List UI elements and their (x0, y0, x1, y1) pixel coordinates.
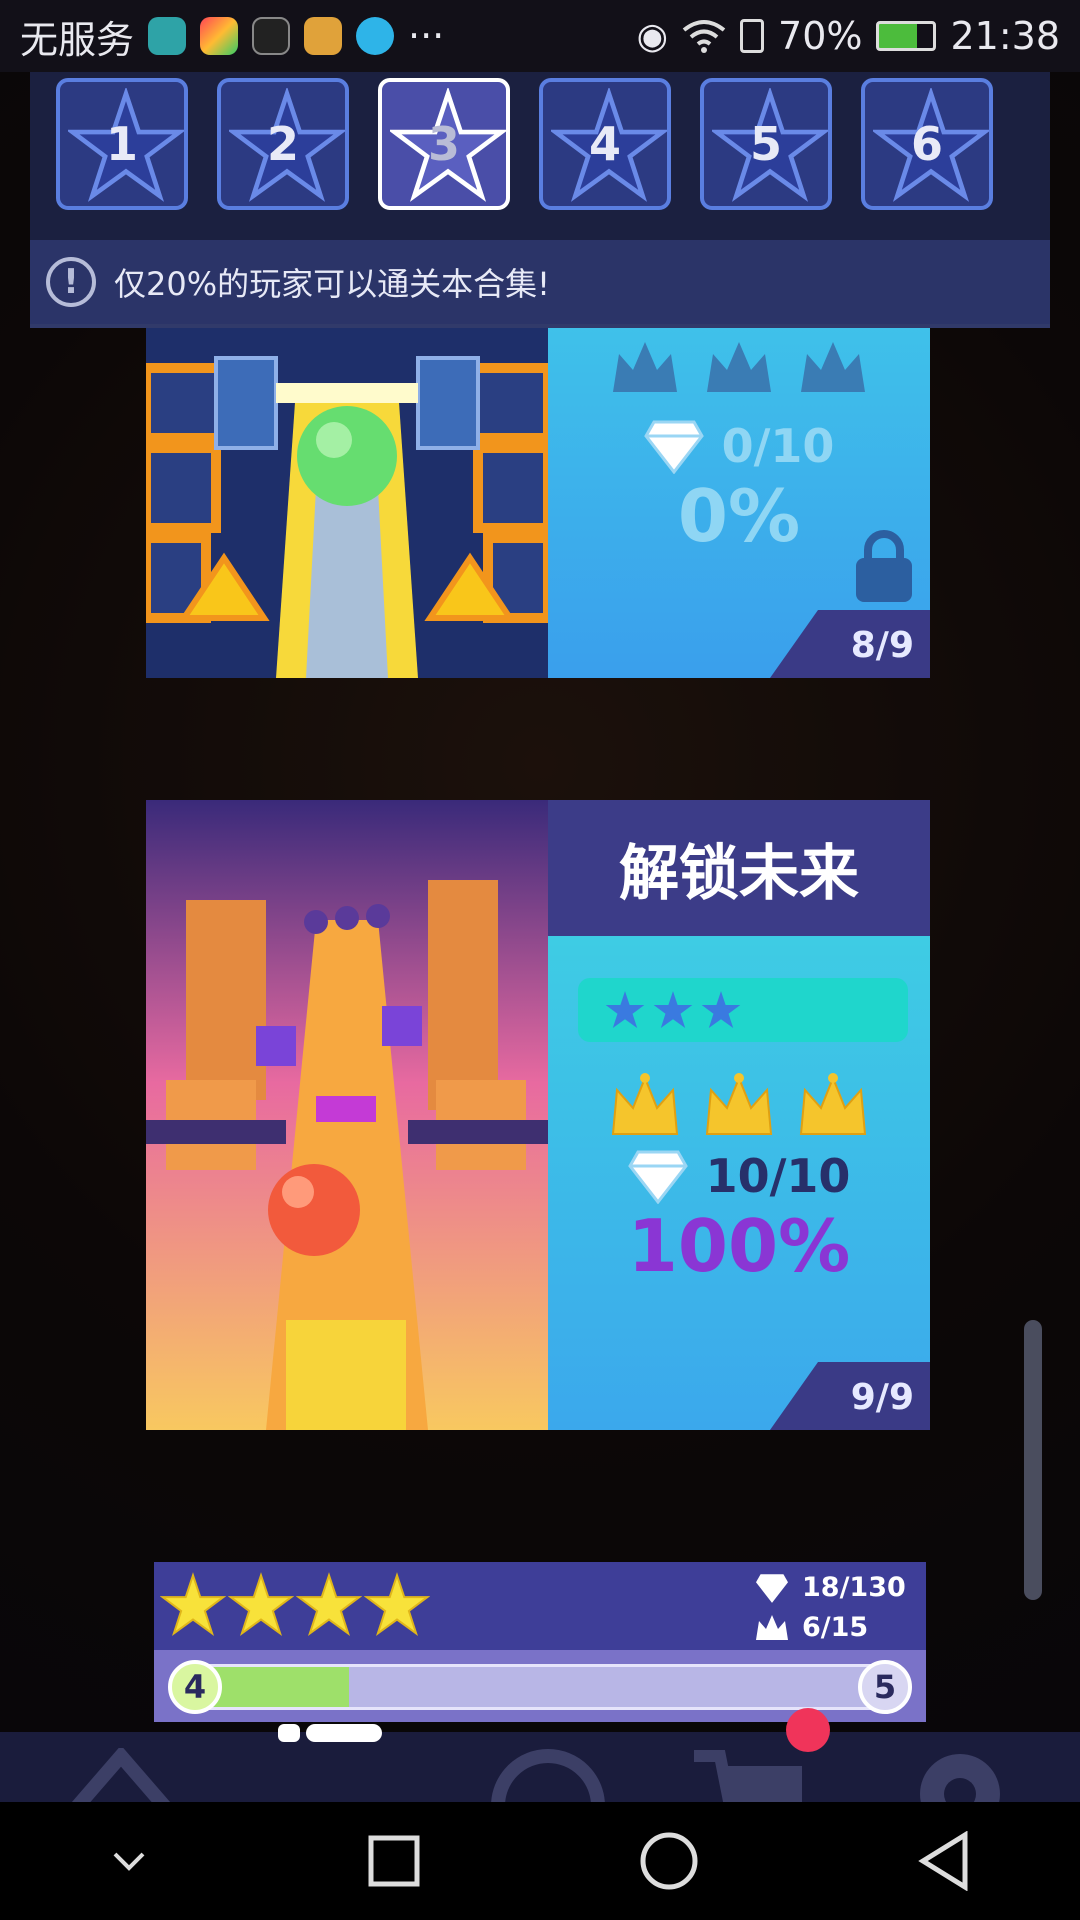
crown-icon (613, 342, 677, 392)
level-card-9[interactable]: 解锁未来 10/10 100% 9/9 (146, 800, 930, 1430)
level-scene-image (146, 328, 548, 678)
current-level-node: 4 (168, 1660, 222, 1714)
battery-icon (876, 21, 937, 51)
game-bottom-nav (0, 1708, 1080, 1802)
scrollbar-thumb[interactable] (1024, 1320, 1042, 1600)
lock-icon (856, 530, 912, 602)
sim-icon (740, 19, 765, 53)
color-app-icon (200, 17, 239, 55)
crown-row (548, 1072, 930, 1142)
gem-counter: 10/10 (548, 1148, 930, 1204)
crown-icon (756, 1615, 788, 1640)
battery-percent: 70% (778, 14, 863, 58)
star-icon (605, 991, 645, 1029)
collection-notice: ! 仅20%的玩家可以通关本合集! (30, 240, 1050, 324)
star-row (160, 1572, 430, 1638)
collection-panel: 1 2 3 4 5 6 ! 仅20%的玩家可以通关本合集! (30, 72, 1050, 328)
bag-app-icon (304, 17, 343, 55)
level-card-8[interactable]: 0/10 0% 8/9 (146, 328, 930, 678)
collection-tab-4[interactable]: 4 (539, 78, 671, 210)
collection-progress-panel: 18/130 6/15 4 5 (154, 1562, 926, 1722)
back-triangle-icon[interactable] (917, 1831, 971, 1891)
page-indicator (278, 1724, 382, 1742)
page-dot-active (306, 1724, 382, 1742)
exclamation-icon: ! (46, 257, 96, 307)
star-icon (364, 1572, 430, 1636)
star-icon (701, 991, 741, 1029)
collection-tab-3[interactable]: 3 (378, 78, 510, 210)
home-icon[interactable] (66, 1748, 176, 1802)
star-icon (228, 1572, 294, 1636)
gear-icon[interactable] (910, 1744, 1010, 1802)
crown-icon (799, 1073, 867, 1135)
collection-tab-5[interactable]: 5 (700, 78, 832, 210)
progress-bar (170, 1664, 910, 1710)
collection-tab-2[interactable]: 2 (217, 78, 349, 210)
stars-summary: 18/130 6/15 (154, 1562, 926, 1650)
wave-app-icon (252, 17, 291, 55)
level-title: 解锁未来 (619, 838, 859, 909)
collection-tab-6[interactable]: 6 (861, 78, 993, 210)
totals: 18/130 6/15 (754, 1568, 906, 1648)
gem-count: 10/10 (705, 1149, 851, 1203)
total-gems: 18/130 (802, 1572, 906, 1603)
recents-square-icon[interactable] (367, 1834, 421, 1888)
level-thumbnail (146, 328, 548, 678)
speed-icon[interactable] (488, 1746, 608, 1802)
collection-tab-1[interactable]: 1 (56, 78, 188, 210)
level-info-panel: 解锁未来 10/10 100% 9/9 (548, 800, 930, 1430)
game-screen: 1 2 3 4 5 6 ! 仅20%的玩家可以通关本合集! 0/10 0% 8/… (0, 72, 1080, 1802)
level-thumbnail (146, 800, 548, 1430)
total-crowns: 6/15 (802, 1612, 869, 1643)
cart-icon[interactable] (690, 1746, 810, 1802)
notification-dot (786, 1708, 830, 1752)
star-icon (160, 1572, 226, 1636)
system-navigation-bar (0, 1802, 1080, 1920)
page-dot (278, 1724, 300, 1742)
carrier-label: 无服务 (20, 17, 135, 62)
star-icon (296, 1572, 362, 1636)
notice-text: 仅20%的玩家可以通关本合集! (114, 265, 550, 303)
level-info-panel: 0/10 0% 8/9 (548, 328, 930, 678)
level-scene-image (146, 800, 548, 1430)
gem-counter: 0/10 (548, 418, 930, 474)
eye-icon: ◉ (636, 15, 669, 57)
more-notifications-icon: ··· (408, 14, 445, 58)
level-title-bar: 解锁未来 (548, 800, 930, 936)
status-bar: 无服务 ··· ◉ 70% 21:38 (0, 0, 1080, 72)
moon-app-icon (148, 17, 187, 55)
crown-icon (705, 1073, 773, 1135)
home-circle-icon[interactable] (639, 1831, 699, 1891)
next-level-node: 5 (858, 1660, 912, 1714)
diamond-icon (756, 1574, 788, 1603)
clock: 21:38 (950, 14, 1060, 58)
level-number: 9/9 (850, 1377, 914, 1418)
crown-icon (707, 342, 771, 392)
crown-icon (611, 1073, 679, 1135)
completion-percent: 100% (627, 1204, 851, 1288)
wifi-icon (682, 20, 726, 53)
collection-tabs: 1 2 3 4 5 6 (56, 78, 993, 210)
diamond-icon (643, 420, 704, 474)
diamond-icon (627, 1150, 688, 1204)
crown-icon (801, 342, 865, 392)
star-icon (653, 991, 693, 1029)
star-rating-bar (578, 978, 908, 1042)
gem-count: 0/10 (721, 419, 835, 473)
chevron-down-icon[interactable] (109, 1846, 149, 1876)
chat-app-icon (356, 17, 395, 55)
level-number: 8/9 (850, 625, 914, 666)
crown-row (548, 328, 930, 400)
